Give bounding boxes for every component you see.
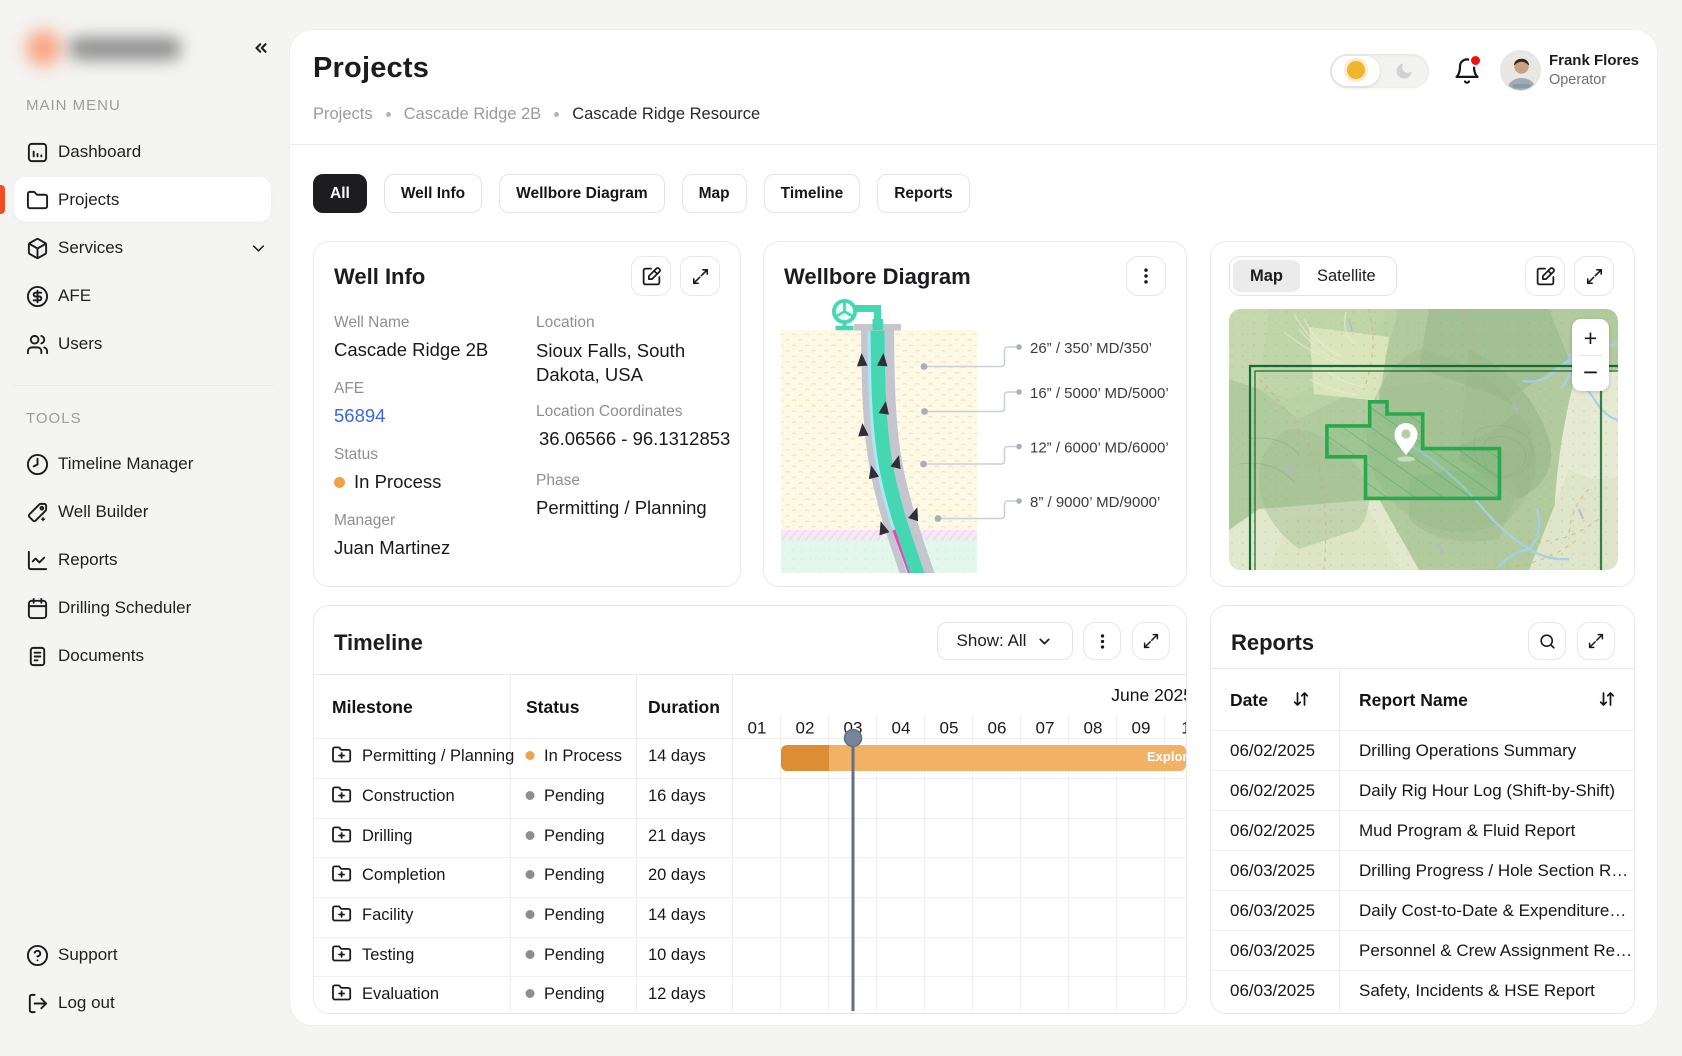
svg-text:Status: Status: [526, 697, 580, 717]
svg-text:07: 07: [1036, 719, 1055, 738]
svg-text:26” / 350’ MD/350’: 26” / 350’ MD/350’: [1030, 340, 1152, 357]
svg-text:21 days: 21 days: [648, 827, 706, 845]
svg-text:04: 04: [892, 719, 911, 738]
svg-text:06/03/2025: 06/03/2025: [1230, 941, 1315, 960]
svg-text:02: 02: [796, 719, 815, 738]
svg-text:8” / 9000’ MD/9000’: 8” / 9000’ MD/9000’: [1030, 494, 1160, 511]
svg-text:12 days: 12 days: [648, 985, 706, 1003]
svg-text:Pending: Pending: [544, 906, 605, 924]
svg-text:Milestone: Milestone: [332, 697, 413, 717]
svg-text:08: 08: [1084, 719, 1103, 738]
svg-text:Facility: Facility: [362, 906, 414, 924]
svg-text:09: 09: [1132, 719, 1151, 738]
svg-text:12” / 6000’ MD/6000’: 12” / 6000’ MD/6000’: [1030, 440, 1169, 457]
svg-text:Mud Program & Fluid Report: Mud Program & Fluid Report: [1359, 821, 1576, 840]
svg-text:Pending: Pending: [544, 827, 605, 845]
svg-text:Date: Date: [1230, 690, 1268, 710]
svg-text:Drilling Operations Summary: Drilling Operations Summary: [1359, 741, 1577, 760]
svg-text:Construction: Construction: [362, 787, 455, 805]
svg-text:06/02/2025: 06/02/2025: [1230, 781, 1315, 800]
svg-text:Duration: Duration: [648, 697, 720, 717]
svg-text:06/03/2025: 06/03/2025: [1230, 901, 1315, 920]
svg-text:Pending: Pending: [544, 946, 605, 964]
svg-text:Daily Cost-to-Date & Expenditu: Daily Cost-to-Date & Expenditure…: [1359, 901, 1626, 920]
svg-text:Completion: Completion: [362, 866, 445, 884]
svg-text:20 days: 20 days: [648, 866, 706, 884]
svg-text:Evaluation: Evaluation: [362, 985, 439, 1003]
svg-text:Pending: Pending: [544, 985, 605, 1003]
svg-text:14 days: 14 days: [648, 747, 706, 765]
svg-text:06/03/2025: 06/03/2025: [1230, 861, 1315, 880]
svg-text:01: 01: [748, 719, 767, 738]
svg-text:16” / 5000’ MD/5000’: 16” / 5000’ MD/5000’: [1030, 385, 1169, 402]
svg-text:June 2025: June 2025: [1111, 685, 1186, 705]
svg-text:Daily Rig Hour Log (Shift-by-S: Daily Rig Hour Log (Shift-by-Shift): [1359, 781, 1615, 800]
svg-text:Personnel & Crew Assignment Re: Personnel & Crew Assignment Re…: [1359, 941, 1632, 960]
svg-text:05: 05: [940, 719, 959, 738]
svg-text:Drilling Progress / Hole Secti: Drilling Progress / Hole Section R…: [1359, 861, 1628, 880]
svg-text:14 days: 14 days: [648, 906, 706, 924]
svg-text:Testing: Testing: [362, 946, 414, 964]
svg-text:Pending: Pending: [544, 866, 605, 884]
svg-text:Explorat: Explorat: [1147, 749, 1186, 764]
svg-text:In Process: In Process: [544, 747, 622, 765]
svg-text:Report Name: Report Name: [1359, 690, 1468, 710]
svg-text:06/03/2025: 06/03/2025: [1230, 981, 1315, 1000]
svg-text:1: 1: [1181, 719, 1186, 738]
svg-text:06/02/2025: 06/02/2025: [1230, 821, 1315, 840]
svg-text:06: 06: [988, 719, 1007, 738]
svg-text:Permitting / Planning: Permitting / Planning: [362, 747, 514, 765]
svg-text:Safety, Incidents & HSE Report: Safety, Incidents & HSE Report: [1359, 981, 1595, 1000]
svg-text:16 days: 16 days: [648, 787, 706, 805]
svg-text:06/02/2025: 06/02/2025: [1230, 741, 1315, 760]
svg-text:Drilling: Drilling: [362, 827, 412, 845]
svg-text:10 days: 10 days: [648, 946, 706, 964]
svg-text:Pending: Pending: [544, 787, 605, 805]
